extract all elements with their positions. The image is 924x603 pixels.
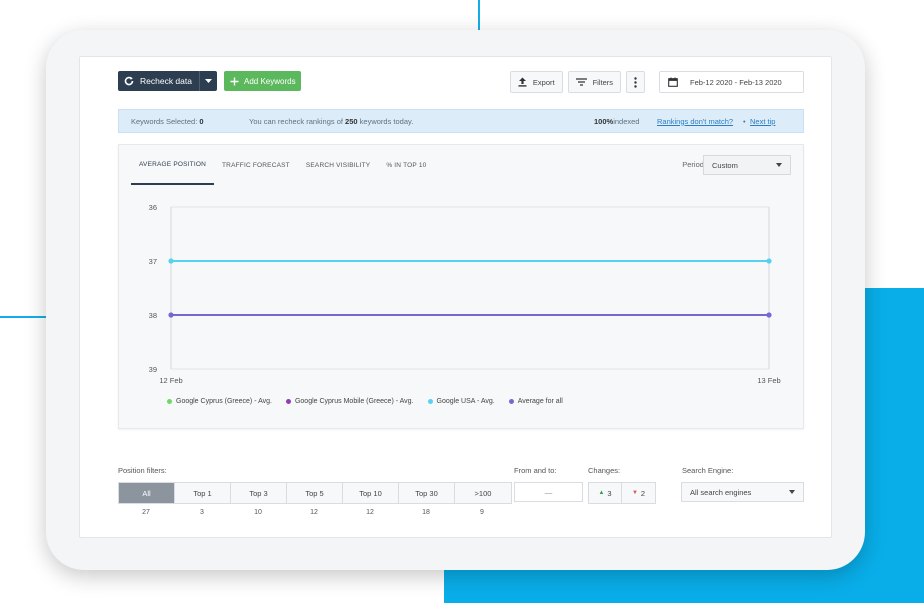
- chart-panel: AVERAGE POSITION TRAFFIC FORECAST SEARCH…: [118, 144, 804, 429]
- arrow-down-icon: ▼: [631, 490, 638, 496]
- legend-item[interactable]: Google Cyprus Mobile (Greece) - Avg.: [285, 398, 414, 405]
- changes-down-button[interactable]: ▼ 2: [622, 483, 655, 503]
- rankings-mismatch-link[interactable]: Rankings don't match?: [657, 117, 733, 126]
- position-filter-top-5[interactable]: Top 5: [287, 483, 343, 503]
- chart-legend: Google Cyprus (Greece) - Avg. Google Cypr…: [167, 398, 563, 405]
- data-point: [168, 258, 174, 264]
- filter-icon: [575, 78, 587, 86]
- refresh-icon: [118, 76, 140, 86]
- more-options-button[interactable]: [626, 71, 645, 93]
- next-tip-link[interactable]: Next tip: [750, 117, 775, 126]
- export-button[interactable]: Export: [509, 71, 563, 93]
- legend-swatch: [285, 399, 291, 404]
- add-keywords-button[interactable]: Add Keywords: [224, 71, 301, 91]
- position-count: 3: [200, 509, 204, 516]
- position-filter-top-30[interactable]: Top 30: [399, 483, 455, 503]
- x-tick-label: 12 Feb: [159, 376, 182, 385]
- legend-swatch: [508, 399, 514, 404]
- arrow-up-icon: ▲: [598, 490, 605, 496]
- chart-tabs: AVERAGE POSITION TRAFFIC FORECAST SEARCH…: [131, 145, 434, 185]
- legend-label: Google Cyprus (Greece) - Avg.: [176, 398, 272, 405]
- y-tick-label: 36: [149, 203, 157, 212]
- tab-search-visibility[interactable]: SEARCH VISIBILITY: [298, 145, 378, 185]
- keywords-selected: Keywords Selected: 0: [131, 116, 204, 126]
- tab-percent-in-top-10[interactable]: % IN TOP 10: [378, 145, 434, 185]
- kebab-menu-icon: [634, 76, 637, 88]
- recheck-data-button[interactable]: Recheck data: [118, 71, 217, 91]
- changes-label: Changes:: [588, 466, 621, 475]
- y-tick-label: 38: [149, 311, 157, 320]
- legend-item[interactable]: Google USA - Avg.: [427, 398, 495, 405]
- recheck-dropdown-toggle[interactable]: [199, 71, 217, 91]
- link-separator: •: [743, 116, 746, 126]
- filters-button[interactable]: Filters: [567, 71, 621, 93]
- position-filter-top-10[interactable]: Top 10: [343, 483, 399, 503]
- plus-icon: [230, 77, 239, 85]
- filters-section: Position filters: All Top 1 Top 3 Top 5 Top …: [118, 466, 804, 531]
- y-tick-label: 39: [149, 365, 157, 374]
- chevron-down-icon: [789, 490, 795, 494]
- position-counts: 27 3 10 12 12 18 9: [118, 509, 510, 516]
- legend-label: Google Cyprus Mobile (Greece) - Avg.: [294, 398, 414, 405]
- recheck-data-label: Recheck data: [140, 76, 192, 86]
- export-label: Export: [532, 77, 555, 87]
- position-filter-group: All Top 1 Top 3 Top 5 Top 10 Top 30 >100: [118, 482, 512, 504]
- range-label: From and to:: [514, 466, 557, 475]
- changes-down-count: 2: [640, 488, 646, 498]
- position-count: 27: [142, 509, 150, 516]
- add-keywords-label: Add Keywords: [244, 76, 296, 86]
- search-engine-label: Search Engine:: [682, 466, 734, 475]
- changes-group: ▲ 3 ▼ 2: [588, 482, 656, 504]
- filters-label: Filters: [592, 77, 613, 87]
- legend-swatch: [167, 399, 172, 404]
- upload-icon: [518, 77, 527, 87]
- position-filters-label: Position filters:: [118, 466, 167, 475]
- legend-item[interactable]: Average for all: [508, 398, 563, 405]
- tab-traffic-forecast[interactable]: TRAFFIC FORECAST: [214, 145, 298, 185]
- changes-up-button[interactable]: ▲ 3: [589, 483, 622, 503]
- date-range-value: Feb-12 2020 - Feb-13 2020: [690, 77, 782, 87]
- search-engine-select[interactable]: All search engines: [681, 482, 804, 502]
- position-count: 10: [254, 509, 262, 516]
- chevron-down-icon: [776, 163, 782, 167]
- position-count: 12: [310, 509, 318, 516]
- range-value: —: [544, 487, 553, 497]
- legend-item[interactable]: Google Cyprus (Greece) - Avg.: [167, 398, 272, 405]
- legend-swatch: [427, 399, 433, 404]
- date-range-picker[interactable]: Feb-12 2020 - Feb-13 2020: [659, 71, 804, 93]
- chevron-down-icon: [205, 79, 212, 83]
- position-range-input[interactable]: —: [514, 482, 583, 502]
- toolbar: Recheck data Add Keywords Export Filters: [118, 71, 804, 93]
- average-position-chart: 36 37 38 3912 Feb 13 Feb: [149, 203, 781, 385]
- legend-label: Google USA - Avg.: [436, 398, 495, 405]
- tab-average-position[interactable]: AVERAGE POSITION: [131, 145, 215, 185]
- data-point: [168, 312, 174, 318]
- calendar-icon: [668, 77, 678, 87]
- position-filter-all[interactable]: All: [119, 483, 175, 503]
- toolbar-actions: Export Filters Feb-12 2020 - Feb-13 2020: [509, 71, 804, 93]
- changes-up-count: 3: [607, 488, 612, 498]
- legend-label: Average for all: [517, 398, 563, 405]
- position-filter-top-3[interactable]: Top 3: [231, 483, 287, 503]
- position-count: 9: [480, 509, 484, 516]
- data-point: [766, 312, 772, 318]
- position-filter-top-1[interactable]: Top 1: [175, 483, 231, 503]
- data-point: [766, 258, 772, 264]
- indexed-status: 100%indexed: [594, 116, 640, 126]
- period-value: Custom: [712, 160, 738, 170]
- period-select[interactable]: Custom: [703, 155, 791, 175]
- position-count: 12: [366, 509, 374, 516]
- search-engine-value: All search engines: [690, 487, 752, 497]
- info-bar: Keywords Selected: 0 You can recheck ran…: [118, 109, 804, 133]
- y-tick-label: 37: [149, 257, 157, 266]
- recheck-limit-text: You can recheck rankings of 250 keywords…: [249, 116, 414, 126]
- position-count: 18: [422, 509, 430, 516]
- app-window: Recheck data Add Keywords Export Filters: [79, 56, 832, 538]
- x-tick-label: 13 Feb: [757, 376, 780, 385]
- position-filter-100[interactable]: >100: [455, 483, 511, 503]
